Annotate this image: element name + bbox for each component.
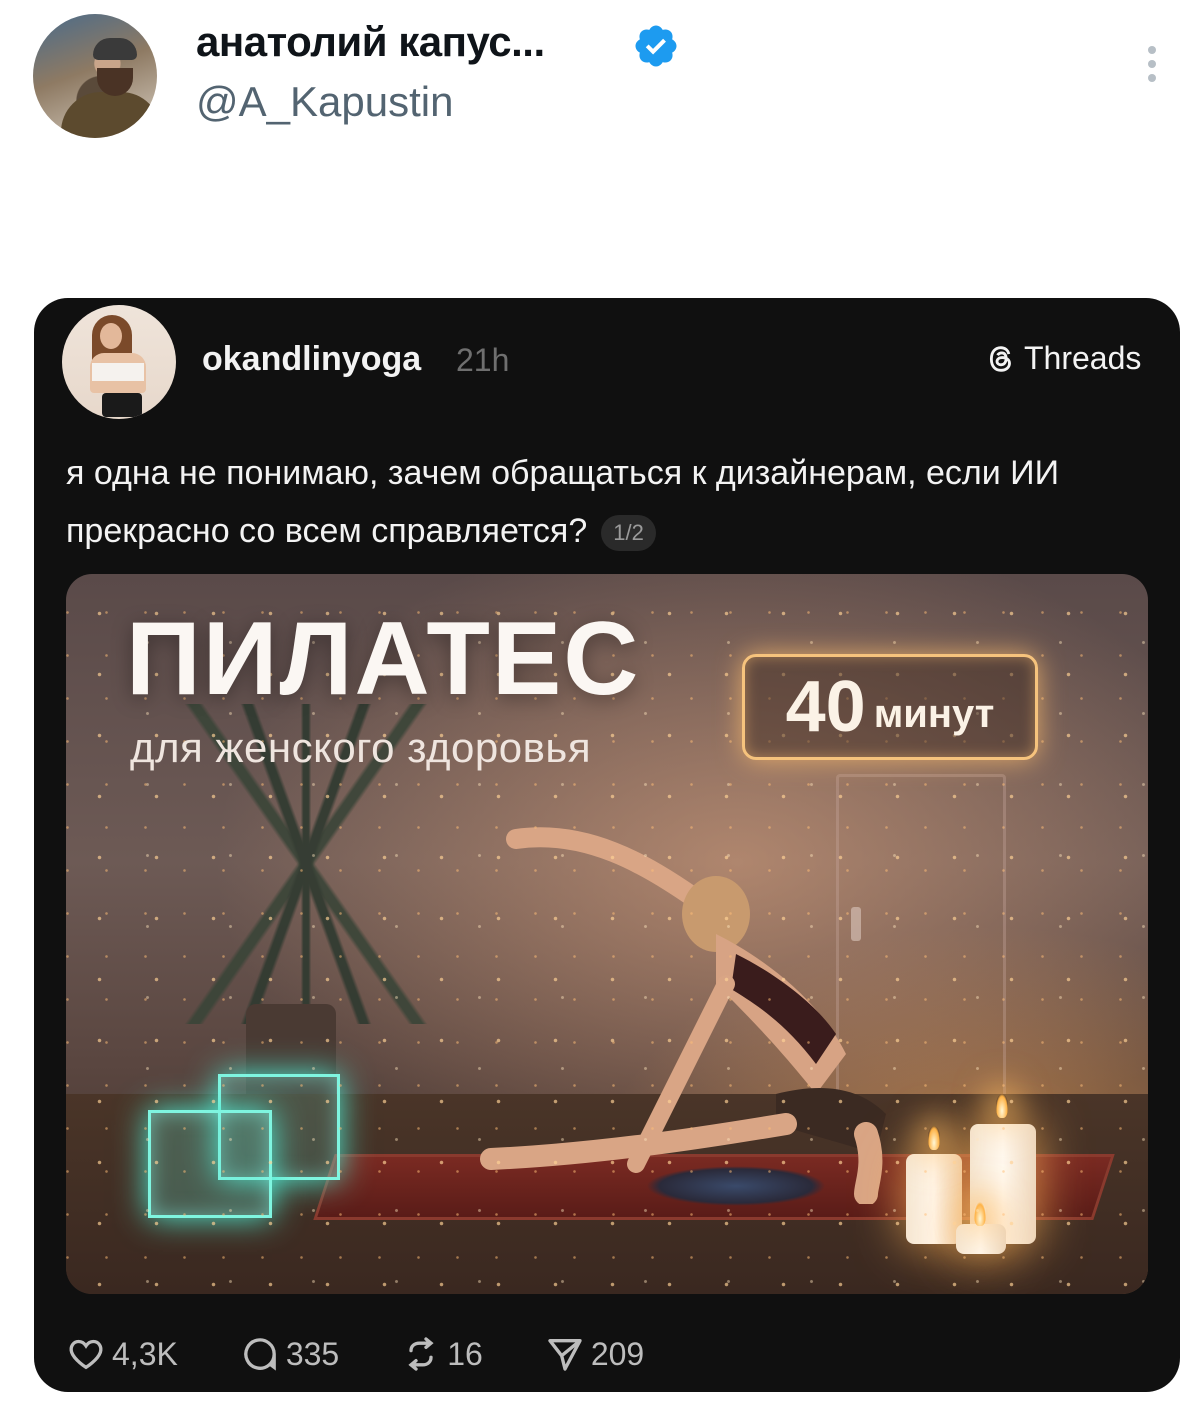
author-handle[interactable]: @A_Kapustin bbox=[196, 78, 453, 126]
share-count: 209 bbox=[590, 1335, 645, 1372]
duration-number: 40 bbox=[785, 667, 866, 747]
post-text: я одна не понимаю, зачем обращаться к ди… bbox=[66, 444, 1146, 560]
threads-user-avatar[interactable] bbox=[62, 305, 176, 419]
page-indicator: 1/2 bbox=[601, 515, 656, 552]
heart-icon bbox=[69, 1339, 103, 1370]
share-button[interactable]: 209 bbox=[545, 1334, 644, 1374]
repost-count: 16 bbox=[447, 1335, 483, 1372]
author-name[interactable]: анатолий капус... bbox=[196, 18, 545, 66]
threads-post-card[interactable]: okandlinyoga 21h Threads я одна не поним… bbox=[34, 298, 1180, 1392]
more-options-icon[interactable] bbox=[1140, 40, 1164, 90]
repost-icon bbox=[408, 1337, 434, 1371]
duration-unit: минут bbox=[873, 691, 995, 736]
image-title: ПИЛАТЕС bbox=[126, 601, 641, 717]
threads-brand[interactable]: Threads bbox=[984, 340, 1141, 377]
threads-logo-icon bbox=[989, 345, 1011, 372]
like-count: 4,3K bbox=[112, 1335, 178, 1372]
post-action-bar: 4,3K 335 16 209 bbox=[66, 1334, 644, 1374]
avatar-figure-body bbox=[61, 92, 157, 138]
comment-button[interactable]: 335 bbox=[240, 1334, 339, 1374]
author-avatar[interactable] bbox=[33, 14, 157, 138]
candle-small bbox=[956, 1224, 1006, 1254]
like-button[interactable]: 4,3K bbox=[66, 1334, 178, 1374]
comment-count: 335 bbox=[285, 1335, 340, 1372]
avatar-figure-top bbox=[92, 363, 144, 381]
duration-badge: 40 минут bbox=[742, 654, 1038, 760]
candle-flame bbox=[928, 1126, 940, 1150]
avatar-figure-face bbox=[100, 323, 122, 349]
post-body: я одна не понимаю, зачем обращаться к ди… bbox=[66, 454, 1060, 550]
verified-badge-icon bbox=[635, 25, 677, 67]
image-subtitle: для женского здоровья bbox=[130, 724, 592, 771]
candle-flame bbox=[974, 1202, 986, 1226]
candle-flame bbox=[996, 1094, 1008, 1118]
repost-button[interactable]: 16 bbox=[401, 1334, 483, 1374]
glowing-cube-front bbox=[148, 1110, 272, 1218]
threads-username[interactable]: okandlinyoga bbox=[202, 340, 421, 379]
send-icon bbox=[548, 1339, 582, 1371]
comment-icon bbox=[244, 1338, 276, 1371]
avatar-figure-bottoms bbox=[102, 393, 142, 417]
avatar-figure-hat bbox=[93, 38, 137, 60]
candle-left bbox=[906, 1154, 962, 1244]
post-image[interactable]: ПИЛАТЕС для женского здоровья 40 минут bbox=[66, 574, 1148, 1294]
post-timestamp: 21h bbox=[456, 342, 510, 378]
threads-brand-label: Threads bbox=[1024, 340, 1142, 376]
yoga-figure-illustration bbox=[480, 827, 886, 1204]
